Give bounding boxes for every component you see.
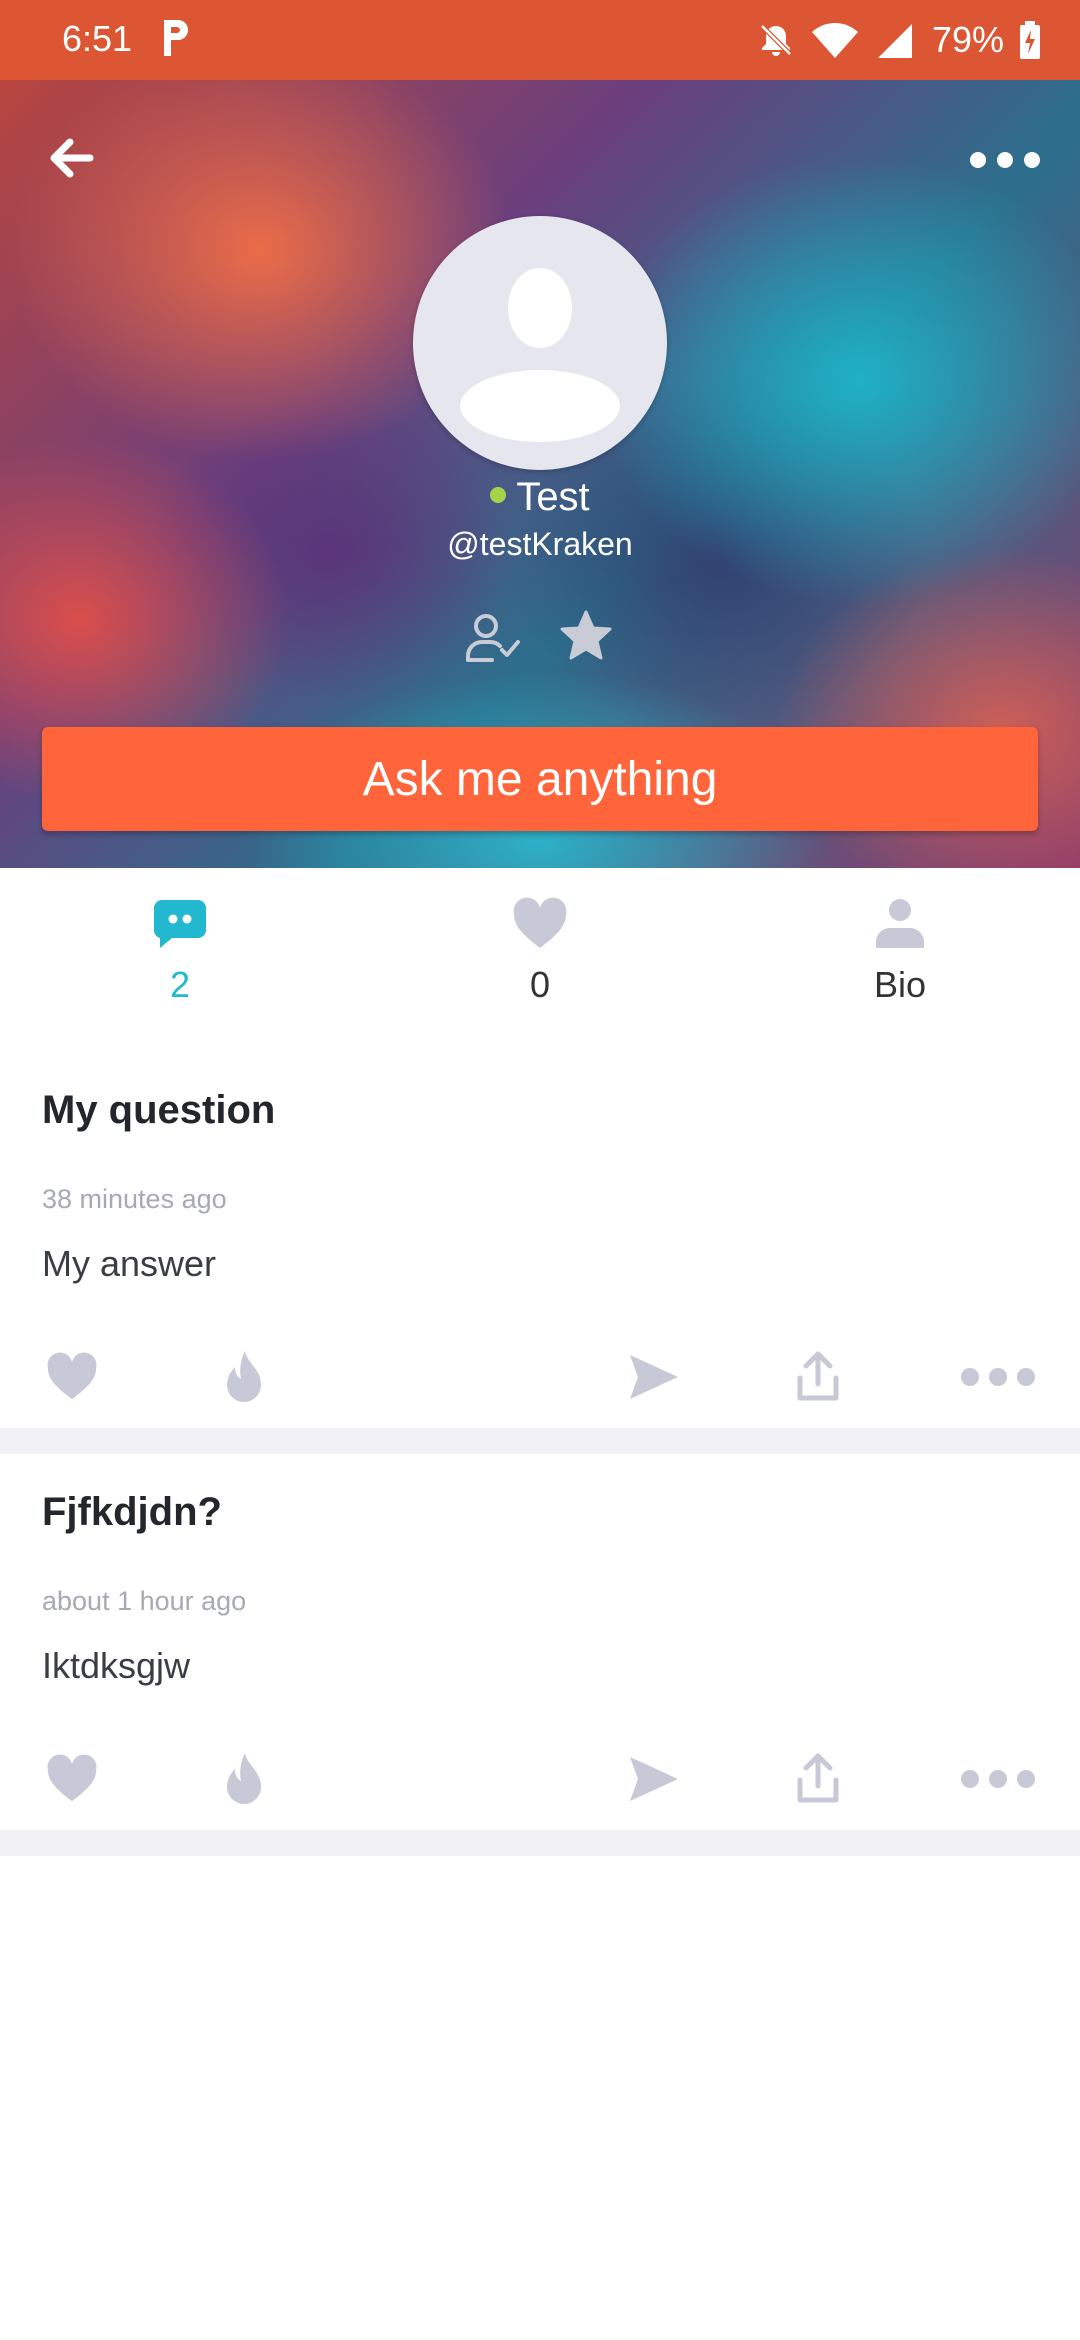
post-separator xyxy=(0,1830,1080,1856)
profile-handle: @testKraken xyxy=(447,526,633,562)
signal-icon xyxy=(877,24,912,58)
follow-user-icon[interactable] xyxy=(462,610,522,666)
share-icon xyxy=(797,1753,839,1803)
fire-button[interactable] xyxy=(204,1744,284,1814)
post-question[interactable]: Fjfkdjdn? xyxy=(42,1490,222,1535)
bell-off-icon xyxy=(760,24,792,56)
tab-likes-count: 0 xyxy=(529,964,551,1005)
profile-name: Test xyxy=(516,475,590,519)
wifi-icon xyxy=(811,23,858,58)
list-item: Fjfkdjdn? about 1 hour ago Iktdksgjw xyxy=(0,1490,1080,1830)
share-button[interactable] xyxy=(778,1744,858,1814)
tab-answers-count: 2 xyxy=(169,964,191,1005)
p-icon xyxy=(164,20,188,56)
fire-button[interactable] xyxy=(204,1342,284,1412)
fire-icon xyxy=(227,1753,261,1804)
status-bar: 6:51 79% xyxy=(0,0,1080,80)
ask-me-anything-button[interactable]: Ask me anything xyxy=(42,727,1038,831)
post-answer: Iktdksgjw xyxy=(42,1645,191,1686)
answers-bubble-icon xyxy=(153,900,206,948)
tab-answers[interactable]: 2 xyxy=(0,868,360,1028)
post-question[interactable]: My question xyxy=(42,1088,275,1133)
send-button[interactable] xyxy=(614,1744,694,1814)
like-button[interactable] xyxy=(32,1342,112,1412)
tab-likes[interactable]: 0 xyxy=(360,868,720,1028)
list-item: My question 38 minutes ago My answer xyxy=(0,1088,1080,1428)
back-arrow-icon[interactable] xyxy=(40,126,104,190)
share-icon xyxy=(797,1351,839,1401)
send-icon xyxy=(630,1355,678,1399)
star-icon[interactable] xyxy=(558,608,614,664)
post-time: 38 minutes ago xyxy=(42,1184,227,1214)
post-separator xyxy=(0,1428,1080,1454)
like-icon xyxy=(47,1754,97,1802)
like-icon xyxy=(47,1352,97,1400)
send-icon xyxy=(630,1757,678,1801)
battery-percent: 79% xyxy=(931,19,1004,60)
like-button[interactable] xyxy=(32,1744,112,1814)
avatar-placeholder-icon xyxy=(460,268,620,442)
send-button[interactable] xyxy=(614,1342,694,1412)
share-button[interactable] xyxy=(778,1342,858,1412)
tab-bio[interactable]: Bio xyxy=(720,868,1080,1028)
avatar[interactable] xyxy=(413,216,667,470)
fire-icon xyxy=(227,1351,261,1402)
post-more-button[interactable] xyxy=(948,1342,1048,1412)
post-actions xyxy=(0,1744,1080,1814)
post-more-button[interactable] xyxy=(948,1744,1048,1814)
profile-header: Test @testKraken Ask me anything xyxy=(0,80,1080,868)
more-dots-icon[interactable] xyxy=(960,130,1050,190)
heart-icon xyxy=(513,897,567,948)
post-time: about 1 hour ago xyxy=(42,1586,247,1616)
person-icon xyxy=(876,899,924,948)
tab-bio-label: Bio xyxy=(873,964,927,1005)
status-icons: 79% xyxy=(756,14,1042,66)
profile-tabs: 2 0 Bio xyxy=(0,868,1080,1028)
status-time: 6:51 xyxy=(62,18,133,59)
post-actions xyxy=(0,1342,1080,1412)
profile-name-row: Test xyxy=(0,475,1080,520)
post-answer: My answer xyxy=(42,1243,217,1284)
battery-charging-icon xyxy=(1020,21,1040,59)
more-dots-icon xyxy=(961,1368,1035,1386)
more-dots-icon xyxy=(961,1770,1035,1788)
online-indicator xyxy=(490,487,507,504)
